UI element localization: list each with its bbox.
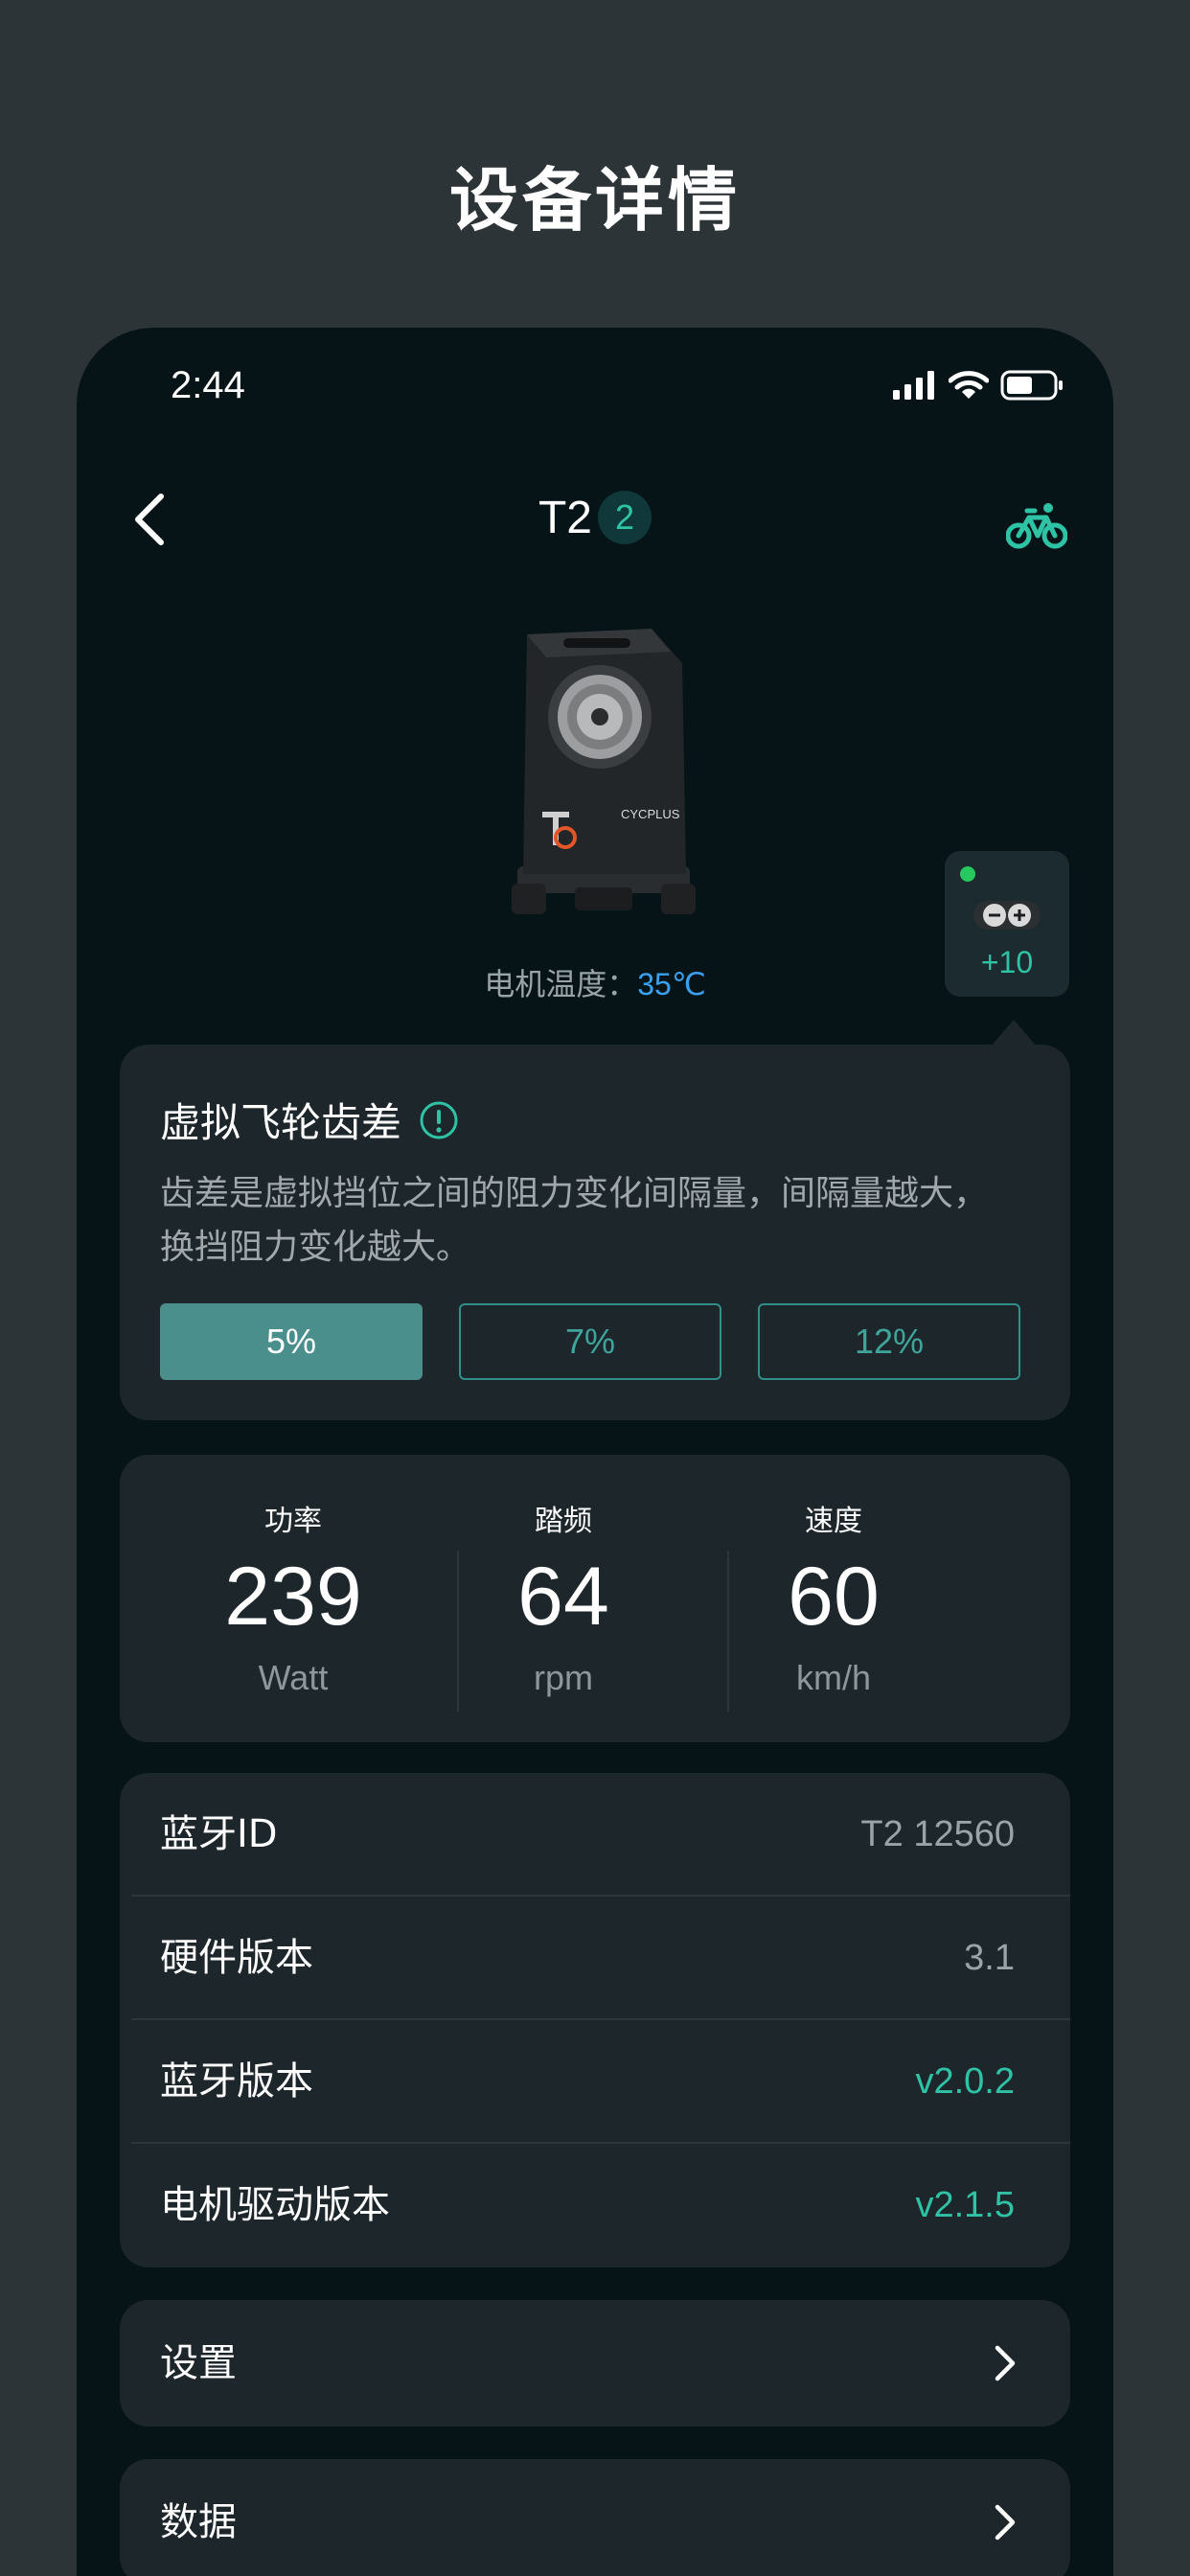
phone-screen: 2:44 T2 2 CYCPLUS 电机温度：35℃ +10 虚拟飞轮齿差 齿差…	[77, 328, 1113, 2576]
temperature-value: 35℃	[637, 967, 706, 1001]
chevron-right-icon	[995, 2345, 1016, 2381]
metric-label: 功率	[264, 1505, 322, 1538]
virtual-flywheel-card: 虚拟飞轮齿差 齿差是虚拟挡位之间的阻力变化间隔量，间隔量越大，换挡阻力变化越大。…	[120, 1045, 1070, 1420]
battery-icon	[1000, 370, 1063, 401]
gear-options: 5% 7% 12%	[160, 1303, 1020, 1380]
brand-logo: CYCPLUS	[621, 807, 680, 821]
shifter-level: +10	[980, 945, 1034, 979]
shifter-icon	[973, 901, 1041, 930]
metric-unit: Watt	[258, 1658, 329, 1697]
navigation-bar: T2 2	[77, 462, 1113, 586]
gear-title-row: 虚拟飞轮齿差	[160, 1091, 459, 1149]
virtual-shifter-button[interactable]: +10	[945, 851, 1069, 997]
temperature-label: 电机温度：	[484, 966, 638, 1002]
signal-icon	[893, 371, 934, 400]
info-row-motor-driver-version[interactable]: 电机驱动版本 v2.1.5	[120, 2144, 1070, 2267]
gear-option-5[interactable]: 5%	[160, 1303, 423, 1380]
info-label: 硬件版本	[160, 1936, 313, 1980]
info-row-bluetooth-id: 蓝牙ID T2 12560	[120, 1773, 1070, 1897]
info-label: 蓝牙ID	[160, 1812, 278, 1856]
metric-unit: rpm	[534, 1658, 593, 1697]
nav-title: T2	[538, 492, 592, 543]
data-label: 数据	[160, 2500, 237, 2544]
gear-card-title: 虚拟飞轮齿差	[160, 1099, 402, 1146]
nav-title-group: T2 2	[77, 491, 1113, 544]
settings-link[interactable]: 设置	[120, 2300, 1070, 2426]
info-circle-icon[interactable]	[419, 1100, 459, 1140]
metric-value: 60	[788, 1551, 880, 1643]
bike-button[interactable]	[998, 487, 1075, 564]
gear-card-description: 齿差是虚拟挡位之间的阻力变化间隔量，间隔量越大，换挡阻力变化越大。	[160, 1174, 989, 1267]
metric-value: 64	[517, 1551, 609, 1643]
page-heading: 设备详情	[448, 160, 741, 241]
metric-label: 速度	[805, 1505, 862, 1538]
metric-speed: 速度 60 km/h	[698, 1455, 969, 1742]
info-row-bluetooth-version[interactable]: 蓝牙版本 v2.0.2	[120, 2020, 1070, 2144]
wifi-icon	[949, 371, 989, 399]
info-value: v2.1.5	[915, 2185, 1015, 2225]
status-bar: 2:44	[77, 328, 1113, 433]
info-row-hardware-version: 硬件版本 3.1	[120, 1897, 1070, 2020]
settings-label: 设置	[160, 2341, 237, 2385]
connection-status-dot	[960, 866, 975, 882]
shifter-popover-pointer	[991, 1020, 1037, 1046]
device-count-badge: 2	[598, 491, 652, 544]
chevron-right-icon	[995, 2504, 1016, 2541]
metric-value: 239	[224, 1551, 362, 1643]
info-value: v2.0.2	[915, 2061, 1015, 2102]
info-value: 3.1	[964, 1938, 1015, 1978]
info-value: T2 12560	[860, 1814, 1015, 1854]
metrics-card: 功率 239 Watt 踏频 64 rpm 速度 60 km/h	[120, 1455, 1070, 1742]
metric-label: 踏频	[535, 1505, 592, 1538]
info-label: 蓝牙版本	[160, 2059, 313, 2104]
info-label: 电机驱动版本	[160, 2183, 390, 2227]
metric-cadence: 踏频 64 rpm	[428, 1455, 698, 1742]
metric-unit: km/h	[795, 1658, 871, 1697]
data-link[interactable]: 数据	[120, 2459, 1070, 2576]
trainer-image: CYCPLUS	[508, 615, 699, 922]
gear-option-7[interactable]: 7%	[459, 1303, 721, 1380]
status-icons	[893, 370, 1064, 401]
device-info-card: 蓝牙ID T2 12560 硬件版本 3.1 蓝牙版本 v2.0.2 电机驱动版…	[120, 1773, 1070, 2267]
metric-power: 功率 239 Watt	[158, 1455, 428, 1742]
status-time: 2:44	[171, 364, 245, 406]
bicycle-icon	[1006, 503, 1067, 549]
gear-option-12[interactable]: 12%	[758, 1303, 1020, 1380]
